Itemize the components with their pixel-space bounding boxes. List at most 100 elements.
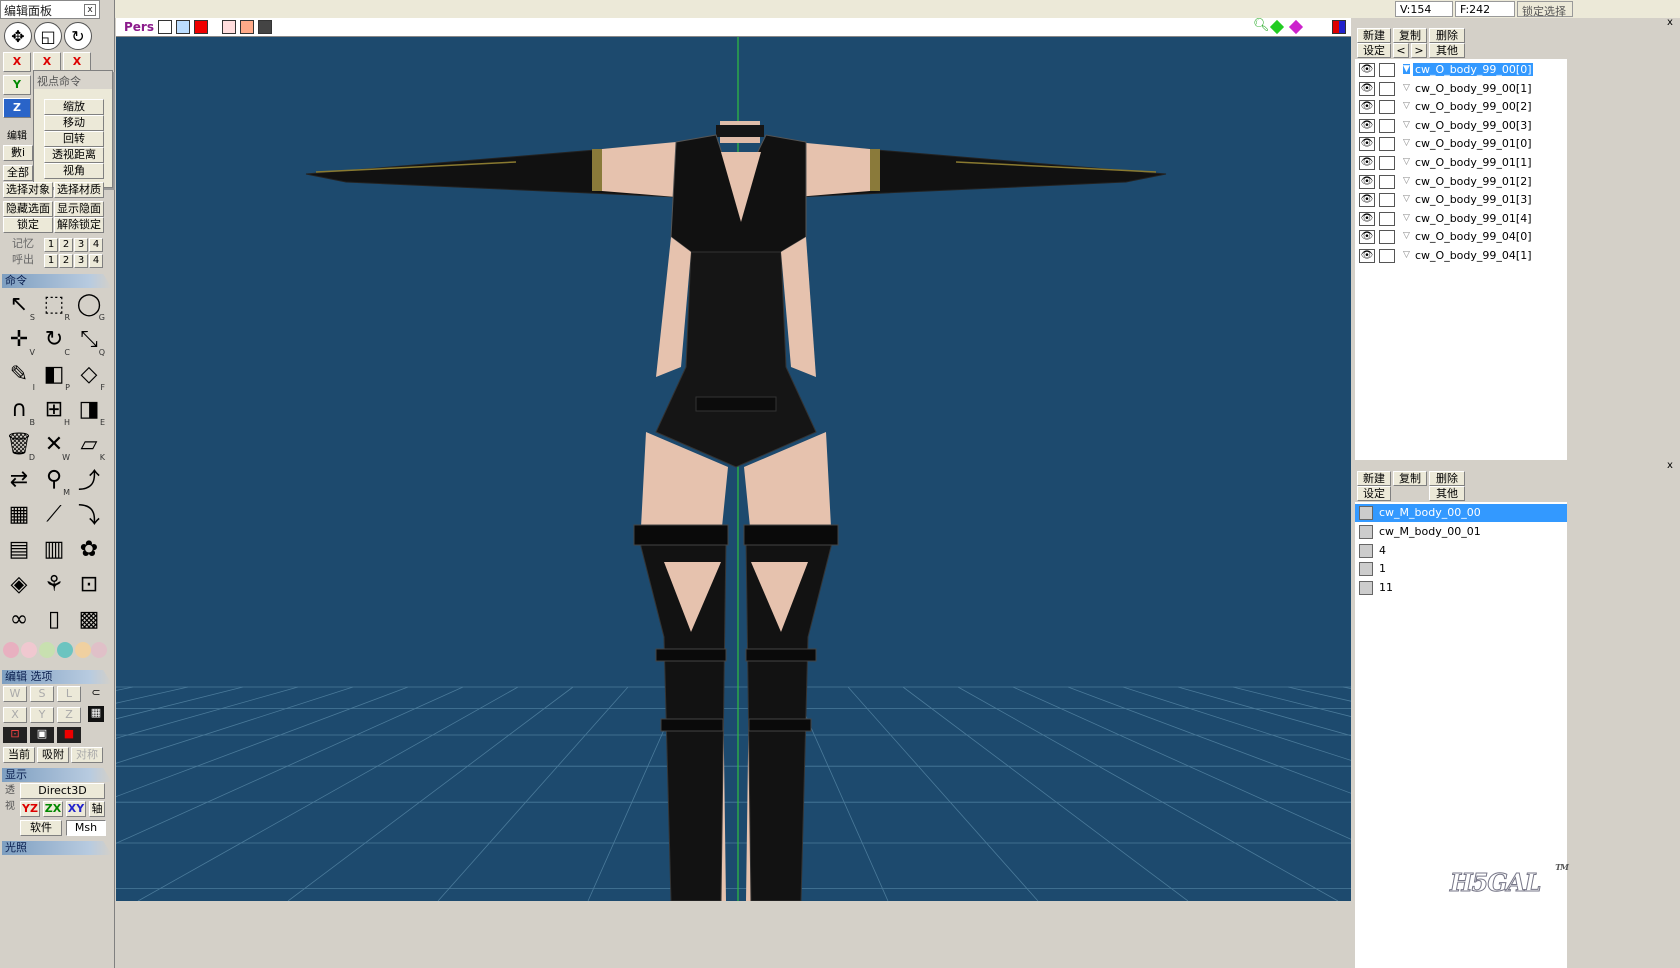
character-avatar-icon[interactable] bbox=[91, 642, 107, 658]
zoom-view-icon[interactable]: ◱ bbox=[34, 22, 62, 50]
eye-icon[interactable]: 👁︎ bbox=[1359, 174, 1375, 189]
eye-icon[interactable]: 👁︎ bbox=[1359, 211, 1375, 226]
lasso-icon[interactable]: ◯ G bbox=[73, 288, 105, 323]
material-delete-button[interactable]: 删除 bbox=[1429, 471, 1465, 486]
move-icon[interactable]: ✛ V bbox=[3, 323, 35, 358]
lock-checkbox[interactable] bbox=[1379, 211, 1395, 226]
view-zx-button[interactable]: ZX bbox=[43, 801, 63, 817]
lattice-icon[interactable]: ▦ bbox=[3, 498, 35, 530]
expand-icon[interactable]: ▽ bbox=[1403, 213, 1410, 223]
expand-icon[interactable]: ▽ bbox=[1403, 83, 1410, 93]
option-z-button[interactable]: Z bbox=[57, 707, 81, 723]
grid-option-icon[interactable]: ▦ bbox=[88, 706, 104, 722]
object-row[interactable]: 👁︎ ▼ cw_O_body_99_00[0] bbox=[1355, 61, 1567, 79]
film-icon[interactable]: ▩ bbox=[73, 603, 105, 635]
expand-icon[interactable]: ▽ bbox=[1403, 101, 1410, 111]
character-avatar-icon[interactable] bbox=[21, 642, 37, 658]
close-icon[interactable]: x bbox=[84, 4, 96, 16]
lock-checkbox[interactable] bbox=[1379, 156, 1395, 170]
uv-icon[interactable]: ▤ bbox=[3, 533, 35, 565]
knife-icon[interactable]: ⊞ H bbox=[38, 393, 70, 428]
memory-save-3[interactable]: 3 bbox=[74, 238, 88, 252]
eye-icon[interactable]: 👁︎ bbox=[1359, 230, 1375, 245]
material-row[interactable]: 4 bbox=[1355, 542, 1567, 560]
option-y-button[interactable]: Y bbox=[30, 707, 54, 723]
hide-selected-button[interactable]: 隐藏选面 bbox=[3, 201, 53, 217]
edge-mode-icon[interactable]: ▣ bbox=[30, 727, 54, 743]
memory-save-2[interactable]: 2 bbox=[59, 238, 73, 252]
axis-z-button[interactable]: Z bbox=[3, 98, 31, 118]
expand-icon[interactable]: ▽ bbox=[1403, 138, 1410, 148]
lock-checkbox[interactable] bbox=[1379, 137, 1395, 152]
object-row[interactable]: 👁︎ ▽ cw_O_body_99_01[0] bbox=[1355, 135, 1567, 153]
select-material-button[interactable]: 选择材质 bbox=[54, 182, 104, 198]
eye-icon[interactable]: 👁︎ bbox=[1359, 63, 1375, 77]
link-icon[interactable]: ∞ bbox=[3, 603, 35, 635]
axis-x-button-3[interactable]: X bbox=[63, 52, 91, 72]
option-s-button[interactable]: S bbox=[30, 686, 54, 702]
color-mode-icon[interactable] bbox=[1332, 20, 1346, 34]
expand-icon[interactable]: ▽ bbox=[1403, 250, 1410, 260]
vertex-color-icon[interactable]: ▥ bbox=[38, 533, 70, 565]
expand-icon[interactable]: ▼ bbox=[1403, 64, 1410, 74]
object-new-button[interactable]: 新建 bbox=[1357, 28, 1391, 43]
material-row[interactable]: cw_M_body_00_01 bbox=[1355, 523, 1567, 541]
material-panel-close-icon[interactable]: x bbox=[1664, 459, 1676, 474]
expand-icon[interactable]: ▽ bbox=[1403, 157, 1410, 167]
memory-recall-4[interactable]: 4 bbox=[89, 254, 103, 268]
msh-button[interactable]: Msh bbox=[66, 820, 106, 836]
character-avatar-icon[interactable] bbox=[57, 642, 73, 658]
skin-icon[interactable]: ⟋ bbox=[38, 498, 70, 530]
extrude-icon[interactable]: ◨ E bbox=[73, 393, 105, 428]
object-row[interactable]: 👁︎ ▽ cw_O_body_99_01[1] bbox=[1355, 154, 1567, 172]
option-w-button[interactable]: W bbox=[3, 686, 27, 702]
material-other-button[interactable]: 其他 bbox=[1429, 486, 1465, 501]
projection-mode-label[interactable]: Pers bbox=[124, 20, 154, 34]
lock-checkbox[interactable] bbox=[1379, 249, 1395, 263]
object-panel-close-icon[interactable]: x bbox=[1664, 16, 1676, 31]
texture-display-icon[interactable] bbox=[240, 20, 254, 34]
eye-icon[interactable]: 👁︎ bbox=[1359, 137, 1375, 152]
character-avatar-icon[interactable] bbox=[39, 642, 55, 658]
lock-checkbox[interactable] bbox=[1379, 230, 1395, 245]
object-row[interactable]: 👁︎ ▽ cw_O_body_99_04[0] bbox=[1355, 228, 1567, 246]
eye-icon[interactable]: 👁︎ bbox=[1359, 193, 1375, 208]
object-copy-button[interactable]: 复制 bbox=[1393, 28, 1427, 43]
software-render-button[interactable]: 软件 bbox=[20, 820, 62, 836]
lock-checkbox[interactable] bbox=[1379, 63, 1395, 77]
palette-icon[interactable]: ✿ bbox=[73, 533, 105, 565]
option-x-button[interactable]: X bbox=[3, 707, 27, 723]
morph-icon[interactable]: ◈ bbox=[3, 568, 35, 600]
axis-y-button[interactable]: Y bbox=[3, 75, 31, 95]
paint-icon[interactable]: ⚲ M bbox=[38, 463, 70, 498]
vertex-display-icon[interactable] bbox=[158, 20, 172, 34]
lock-checkbox[interactable] bbox=[1379, 118, 1395, 133]
current-button[interactable]: 当前 bbox=[3, 747, 35, 763]
background-display-icon[interactable] bbox=[258, 20, 272, 34]
select-object-button[interactable]: 选择对象 bbox=[3, 182, 53, 198]
object-row[interactable]: 👁︎ ▽ cw_O_body_99_00[3] bbox=[1355, 117, 1567, 135]
object-settings-button[interactable]: 设定 bbox=[1357, 43, 1391, 58]
weld-icon[interactable]: ✕ W bbox=[38, 428, 70, 463]
zoom-icon[interactable]: 🔍︎ bbox=[1253, 18, 1270, 33]
object-row[interactable]: 👁︎ ▽ cw_O_body_99_01[2] bbox=[1355, 173, 1567, 191]
face-icon[interactable]: ◇ F bbox=[73, 358, 105, 393]
object-row[interactable]: 👁︎ ▽ cw_O_body_99_00[1] bbox=[1355, 80, 1567, 98]
character-avatar-icon[interactable] bbox=[3, 642, 19, 658]
show-hidden-button[interactable]: 显示隐面 bbox=[54, 201, 104, 217]
memory-recall-3[interactable]: 3 bbox=[74, 254, 88, 268]
point-edit-icon[interactable]: ⊡ bbox=[73, 568, 105, 600]
move-view-icon[interactable]: ✥ bbox=[4, 22, 32, 50]
lock-select-toggle[interactable]: 锁定选择 bbox=[1517, 1, 1573, 18]
render-mode-button[interactable]: Direct3D bbox=[20, 783, 105, 799]
eye-icon[interactable]: 👁︎ bbox=[1359, 156, 1375, 170]
lock-checkbox[interactable] bbox=[1379, 81, 1395, 96]
symmetric-button[interactable]: 对称 bbox=[71, 747, 103, 763]
expand-icon[interactable]: ▽ bbox=[1403, 176, 1410, 186]
lock-checkbox[interactable] bbox=[1379, 174, 1395, 189]
primitive-icon[interactable]: ◧ P bbox=[38, 358, 70, 393]
object-row[interactable]: 👁︎ ▽ cw_O_body_99_01[4] bbox=[1355, 210, 1567, 228]
select-arrow-icon[interactable]: ↖ S bbox=[3, 288, 35, 323]
material-new-button[interactable]: 新建 bbox=[1357, 471, 1391, 486]
face-mode-icon[interactable]: ■ bbox=[57, 727, 81, 743]
